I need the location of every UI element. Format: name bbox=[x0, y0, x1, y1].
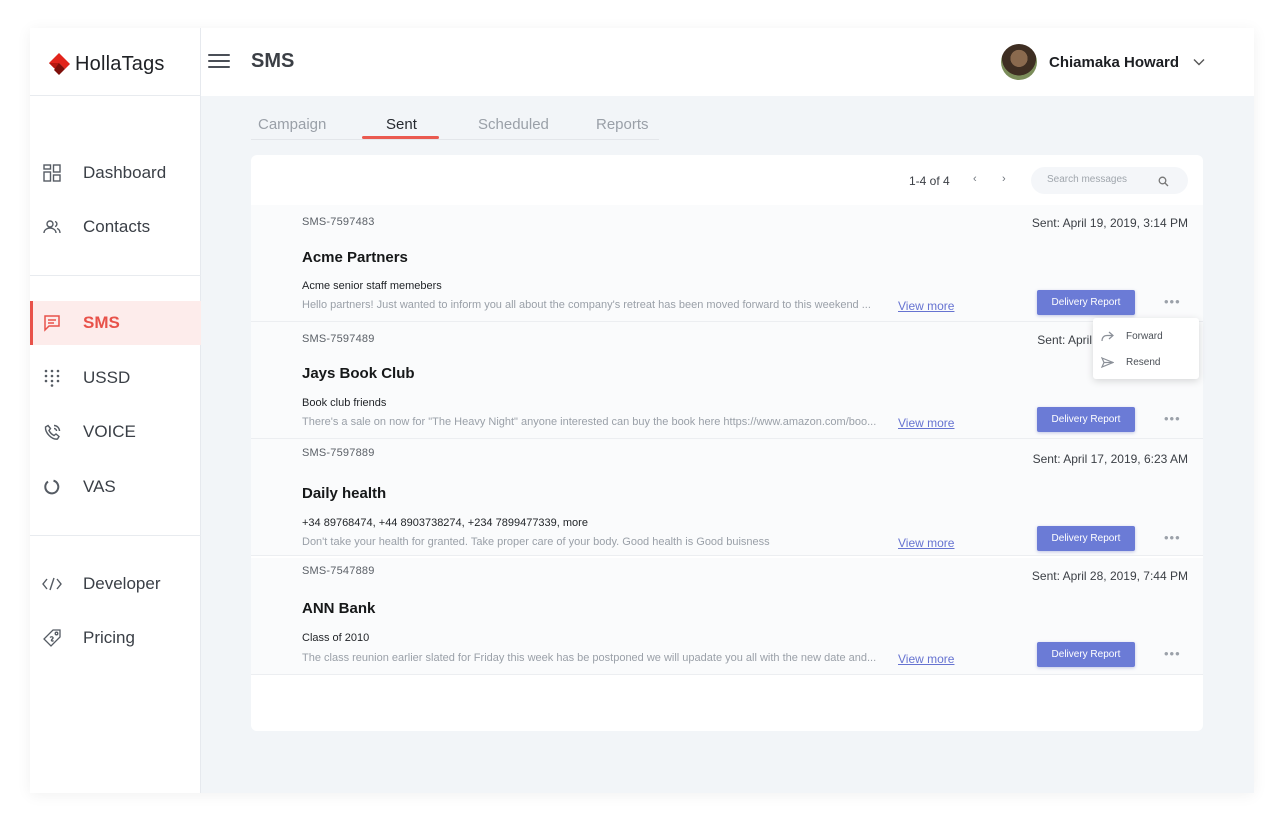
view-more-link[interactable]: View more bbox=[898, 416, 954, 430]
menu-item-resend[interactable]: Resend bbox=[1093, 350, 1199, 374]
sidebar-item-contacts[interactable]: Contacts bbox=[30, 205, 201, 249]
message-title: ANN Bank bbox=[302, 600, 376, 617]
pagination-label: 1-4 of 4 bbox=[909, 174, 950, 188]
app-window: HollaTags Dashboard Contacts SMS USSD VO… bbox=[30, 28, 1254, 793]
delivery-report-button[interactable]: Delivery Report bbox=[1037, 407, 1135, 432]
sidebar-item-label: VAS bbox=[83, 477, 116, 496]
delivery-report-button[interactable]: Delivery Report bbox=[1037, 642, 1135, 667]
message-options-menu: Forward Resend bbox=[1093, 318, 1199, 379]
user-name: Chiamaka Howard bbox=[1049, 53, 1180, 71]
vas-ring-icon bbox=[42, 477, 62, 497]
message-preview: Don't take your health for granted. Take… bbox=[302, 536, 770, 548]
menu-icon[interactable] bbox=[208, 54, 230, 70]
menu-item-label: Resend bbox=[1126, 356, 1161, 368]
dashboard-icon bbox=[42, 163, 62, 183]
sidebar: HollaTags Dashboard Contacts SMS USSD VO… bbox=[30, 28, 201, 793]
message-row[interactable]: SMS-7597489 Sent: April Jays Book Club B… bbox=[251, 322, 1203, 439]
delivery-report-button[interactable]: Delivery Report bbox=[1037, 526, 1135, 551]
tab-bar: Campaign Sent Scheduled Reports bbox=[251, 114, 659, 140]
message-recipients: +34 89768474, +44 8903738274, +234 78994… bbox=[302, 517, 588, 529]
sidebar-item-developer[interactable]: Developer bbox=[30, 562, 201, 606]
code-icon bbox=[42, 574, 62, 594]
tab-campaign[interactable]: Campaign bbox=[258, 116, 326, 133]
view-more-link[interactable]: View more bbox=[898, 536, 954, 550]
search-input[interactable] bbox=[1047, 174, 1157, 185]
send-icon bbox=[1101, 355, 1115, 369]
sidebar-divider bbox=[30, 275, 201, 276]
message-preview: Hello partners! Just wanted to inform yo… bbox=[302, 299, 871, 311]
view-more-link[interactable]: View more bbox=[898, 652, 954, 666]
contacts-icon bbox=[42, 217, 62, 237]
message-recipients: Acme senior staff memebers bbox=[302, 280, 442, 292]
more-options-icon[interactable]: ••• bbox=[1164, 646, 1181, 661]
sidebar-item-label: VOICE bbox=[83, 422, 136, 441]
sent-date: Sent: April 28, 2019, 7:44 PM bbox=[1031, 569, 1188, 583]
view-more-link[interactable]: View more bbox=[898, 299, 954, 313]
sidebar-item-vas[interactable]: VAS bbox=[30, 465, 201, 509]
more-options-icon[interactable]: ••• bbox=[1164, 294, 1181, 309]
message-id: SMS-7547889 bbox=[302, 565, 375, 577]
messages-card: 1-4 of 4 ‹ › SMS-7597483 Sent: April 19,… bbox=[251, 155, 1203, 731]
page-title: SMS bbox=[251, 50, 295, 72]
message-title: Jays Book Club bbox=[302, 365, 415, 382]
message-preview: There's a sale on now for "The Heavy Nig… bbox=[302, 416, 877, 428]
menu-item-label: Forward bbox=[1126, 330, 1163, 342]
avatar bbox=[1001, 44, 1037, 80]
message-recipients: Class of 2010 bbox=[302, 632, 370, 644]
user-menu[interactable]: Chiamaka Howard bbox=[1001, 44, 1205, 80]
sidebar-item-label: Contacts bbox=[83, 217, 151, 236]
sidebar-item-voice[interactable]: VOICE bbox=[30, 410, 201, 454]
sidebar-divider bbox=[30, 95, 201, 96]
phone-icon bbox=[42, 422, 62, 442]
sidebar-item-sms[interactable]: SMS bbox=[30, 301, 201, 345]
message-row[interactable]: SMS-7547889 Sent: April 28, 2019, 7:44 P… bbox=[251, 558, 1203, 675]
message-title: Daily health bbox=[302, 485, 387, 502]
search-box bbox=[1031, 167, 1188, 194]
tab-sent[interactable]: Sent bbox=[386, 116, 417, 133]
logo[interactable]: HollaTags bbox=[46, 50, 165, 78]
sidebar-item-dashboard[interactable]: Dashboard bbox=[30, 151, 201, 195]
message-id: SMS-7597483 bbox=[302, 216, 375, 228]
sidebar-item-label: Dashboard bbox=[83, 163, 167, 182]
sidebar-item-ussd[interactable]: USSD bbox=[30, 356, 201, 400]
logo-text: HollaTags bbox=[75, 52, 165, 75]
next-page-button[interactable]: › bbox=[1002, 173, 1006, 185]
sidebar-item-label: Developer bbox=[83, 574, 161, 593]
message-id: SMS-7597889 bbox=[302, 447, 375, 459]
message-preview: The class reunion earlier slated for Fri… bbox=[302, 652, 877, 664]
tab-scheduled[interactable]: Scheduled bbox=[478, 116, 549, 133]
chevron-down-icon bbox=[1193, 55, 1205, 69]
sidebar-item-label: Pricing bbox=[83, 628, 135, 647]
sidebar-divider bbox=[30, 535, 201, 536]
more-options-icon[interactable]: ••• bbox=[1164, 530, 1181, 545]
active-tab-indicator bbox=[362, 136, 439, 139]
menu-item-forward[interactable]: Forward bbox=[1093, 324, 1199, 348]
message-row[interactable]: SMS-7597889 Sent: April 17, 2019, 6:23 A… bbox=[251, 439, 1203, 556]
sms-icon bbox=[42, 313, 62, 333]
sidebar-item-pricing[interactable]: Pricing bbox=[30, 616, 201, 660]
more-options-icon[interactable]: ••• bbox=[1164, 411, 1181, 426]
delivery-report-button[interactable]: Delivery Report bbox=[1037, 290, 1135, 315]
sidebar-item-label: SMS bbox=[83, 313, 120, 332]
tab-reports[interactable]: Reports bbox=[596, 116, 649, 133]
message-id: SMS-7597489 bbox=[302, 333, 375, 345]
forward-icon bbox=[1101, 329, 1115, 343]
sent-date: Sent: April 17, 2019, 6:23 AM bbox=[1032, 452, 1188, 466]
hollatags-logo-icon bbox=[49, 53, 70, 75]
search-icon[interactable] bbox=[1158, 174, 1170, 187]
message-recipients: Book club friends bbox=[302, 397, 387, 409]
message-title: Acme Partners bbox=[302, 249, 408, 266]
prev-page-button[interactable]: ‹ bbox=[973, 173, 977, 185]
sent-date: Sent: April bbox=[1037, 333, 1092, 347]
sent-date: Sent: April 19, 2019, 3:14 PM bbox=[1031, 216, 1188, 230]
price-tag-icon bbox=[42, 628, 62, 648]
top-header: SMS Chiamaka Howard bbox=[201, 28, 1254, 96]
message-row[interactable]: SMS-7597483 Sent: April 19, 2019, 3:14 P… bbox=[251, 205, 1203, 322]
ussd-dialpad-icon bbox=[42, 368, 62, 388]
sidebar-item-label: USSD bbox=[83, 368, 131, 387]
